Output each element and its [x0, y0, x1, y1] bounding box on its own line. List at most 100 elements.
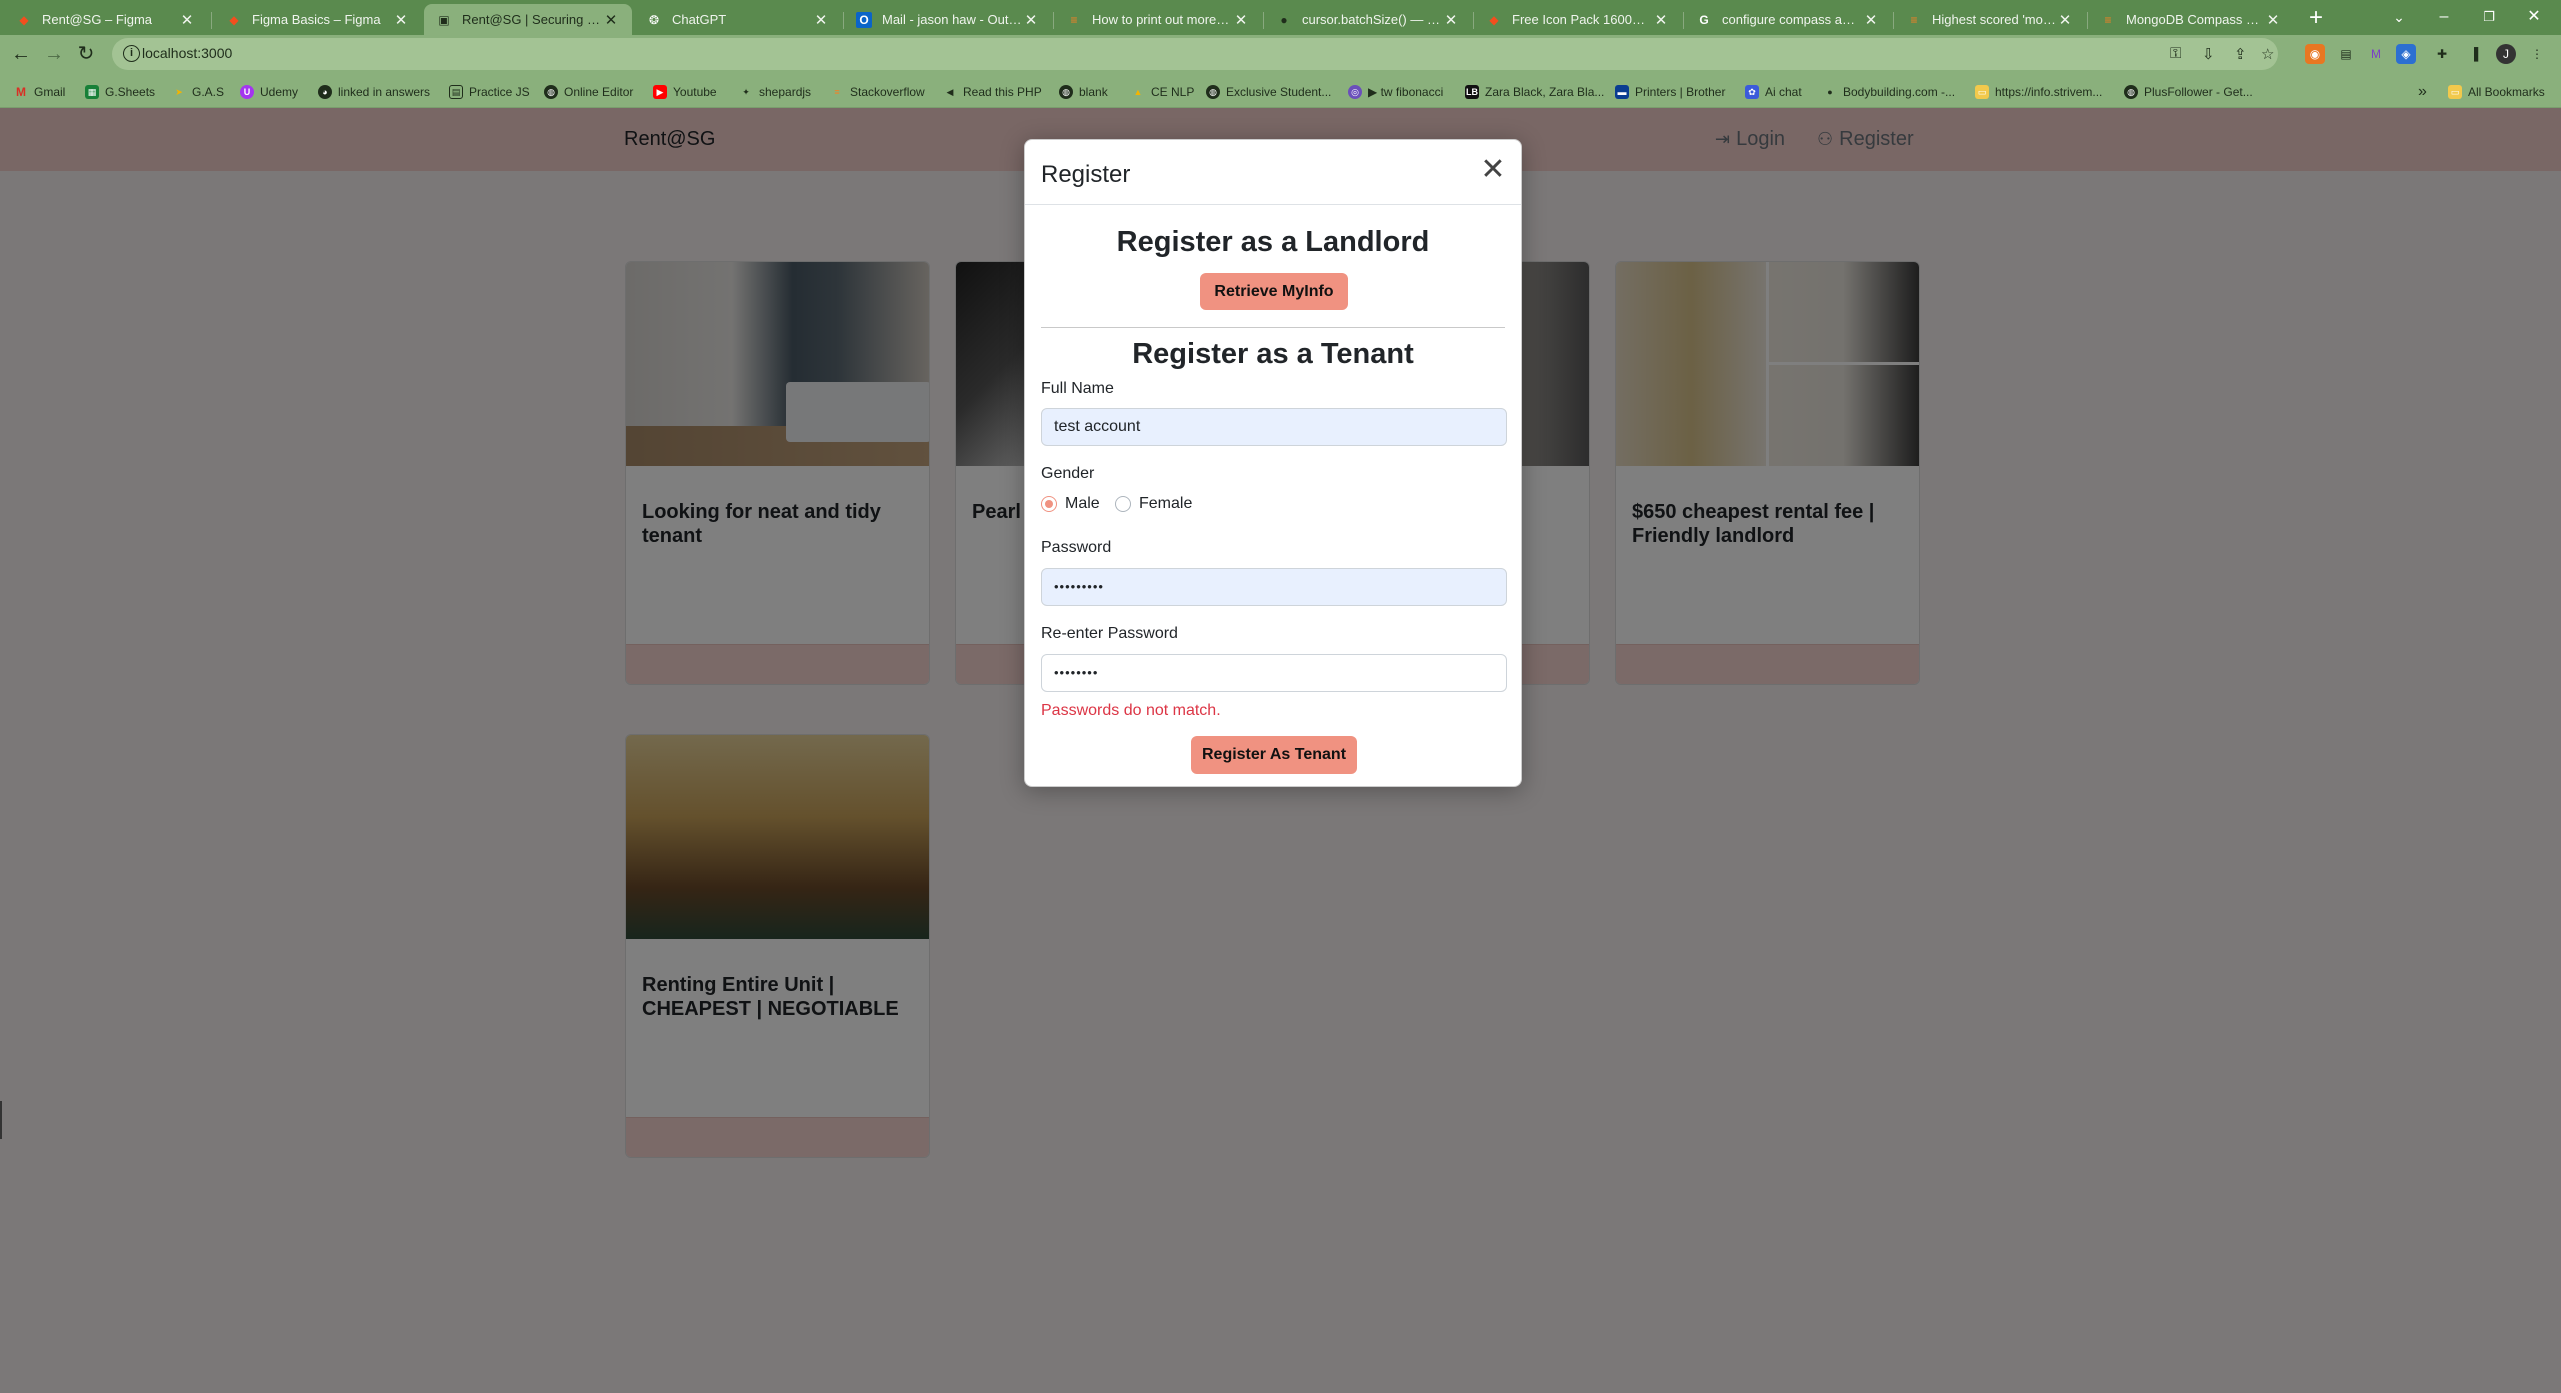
bookmark-item[interactable]: ▬ Printers | Brother: [1615, 82, 1725, 102]
gender-radio-male[interactable]: Male: [1041, 495, 1100, 513]
browser-tab[interactable]: G configure compass app to ✕: [1684, 4, 1892, 35]
register-as-tenant-button[interactable]: Register As Tenant: [1191, 736, 1357, 774]
bookmark-item[interactable]: U Udemy: [240, 82, 298, 102]
bookmark-item[interactable]: ◀ Read this PHP: [943, 82, 1042, 102]
bookmark-item[interactable]: ▤ Practice JS: [449, 82, 530, 102]
full-name-input[interactable]: test account: [1041, 408, 1507, 446]
bookmark-item[interactable]: ▭ https://info.strivem...: [1975, 82, 2102, 102]
apps-script-icon: ➤: [175, 86, 183, 97]
bookmark-item[interactable]: ◍ Exclusive Student...: [1206, 82, 1331, 102]
browser-tab[interactable]: ◆ Figma Basics – Figma ✕: [214, 4, 422, 35]
github-icon: ◕: [318, 85, 332, 99]
gender-label: Gender: [1041, 465, 1095, 482]
stackoverflow-icon: ≡: [1070, 12, 1078, 27]
tab-close-icon[interactable]: ✕: [1022, 11, 1040, 29]
extension-icon[interactable]: M: [2366, 44, 2386, 64]
tab-title: Figma Basics – Figma: [252, 12, 381, 27]
address-bar[interactable]: i localhost:3000 ⚿ ⇩ ⇪ ☆: [112, 38, 2278, 70]
google-icon: G: [1699, 12, 1709, 27]
scroll-marker: [0, 1101, 2, 1139]
app-icon: ▣: [438, 12, 450, 27]
url-text[interactable]: localhost:3000: [142, 45, 232, 61]
reload-icon[interactable]: ↻: [71, 39, 101, 69]
menu-kebab-icon[interactable]: ⋮: [2527, 44, 2547, 64]
stackoverflow-icon: ≡: [834, 87, 840, 97]
more-bookmarks-icon[interactable]: »: [2418, 82, 2427, 102]
modal-title: Register: [1041, 161, 1131, 188]
minimize-icon[interactable]: –: [2424, 2, 2464, 32]
side-panel-icon[interactable]: ▐: [2464, 44, 2484, 64]
tab-close-icon[interactable]: ✕: [2056, 11, 2074, 29]
register-modal: Register ✕ Register as a Landlord Retrie…: [1024, 139, 1522, 787]
bookmark-item[interactable]: ◎ ▶ tw fibonacci: [1348, 82, 1443, 102]
bookmark-item[interactable]: ◍ blank: [1059, 82, 1108, 102]
tab-close-icon[interactable]: ✕: [812, 11, 830, 29]
tab-close-icon[interactable]: ✕: [1442, 11, 1460, 29]
bookmark-item[interactable]: ● Bodybuilding.com -...: [1823, 82, 1955, 102]
bookmark-item[interactable]: ▶ Youtube: [653, 82, 717, 102]
new-tab-icon[interactable]: +: [2302, 5, 2330, 33]
browser-tab[interactable]: ❂ ChatGPT ✕: [634, 4, 842, 35]
browser-tab[interactable]: ≡ Highest scored 'mongodb ✕: [1894, 4, 2086, 35]
bookmark-star-icon[interactable]: ☆: [2261, 45, 2274, 63]
extension-icon[interactable]: ▤: [2336, 44, 2356, 64]
bookmark-item[interactable]: ✿ Ai chat: [1745, 82, 1802, 102]
install-icon[interactable]: ⇩: [2202, 45, 2215, 63]
extension-icon[interactable]: ◉: [2305, 44, 2325, 64]
bookmark-item[interactable]: ➤ G.A.S: [172, 82, 224, 102]
browser-tab[interactable]: O Mail - jason haw - Outlook ✕: [844, 4, 1052, 35]
bookmark-item[interactable]: ✦ shepardjs: [739, 82, 811, 102]
gender-radio-female[interactable]: Female: [1115, 495, 1192, 513]
browser-tab[interactable]: ≡ How to print out more tha ✕: [1054, 4, 1262, 35]
reenter-password-input[interactable]: ••••••••: [1041, 654, 1507, 692]
tab-close-icon[interactable]: ✕: [602, 11, 620, 29]
bookmark-item[interactable]: LB Zara Black, Zara Bla...: [1465, 82, 1604, 102]
tab-title: Highest scored 'mongodb: [1932, 12, 2056, 27]
browser-tab[interactable]: ◆ Rent@SG – Figma ✕: [4, 4, 208, 35]
bookmark-label: Gmail: [34, 85, 66, 99]
puzzle-icon[interactable]: ✚: [2432, 44, 2452, 64]
tab-close-icon[interactable]: ✕: [392, 11, 410, 29]
back-icon[interactable]: ←: [6, 39, 36, 69]
avatar[interactable]: J: [2496, 44, 2516, 64]
browser-tab[interactable]: ≡ MongoDB Compass displ ✕: [2088, 4, 2294, 35]
tab-search-icon[interactable]: ⌄: [2379, 2, 2419, 32]
globe-icon: ◍: [1059, 85, 1073, 99]
figma-icon: ◆: [1489, 12, 1499, 27]
site-info-icon[interactable]: i: [123, 45, 140, 62]
bookmark-item[interactable]: ◍ PlusFollower - Get...: [2124, 82, 2253, 102]
password-input[interactable]: •••••••••: [1041, 568, 1507, 606]
bookmark-item[interactable]: ◕ linked in answers: [318, 82, 430, 102]
modal-header: Register ✕: [1025, 140, 1521, 205]
tab-close-icon[interactable]: ✕: [2264, 11, 2282, 29]
bookmark-label: Practice JS: [469, 85, 530, 99]
tab-close-icon[interactable]: ✕: [1652, 11, 1670, 29]
extension-icon[interactable]: ◈: [2396, 44, 2416, 64]
bookmark-label: shepardjs: [759, 85, 812, 99]
restore-icon[interactable]: ❐: [2469, 2, 2509, 32]
bookmark-item[interactable]: M Gmail: [14, 82, 65, 102]
bookmark-item[interactable]: ▦ G.Sheets: [85, 82, 155, 102]
tw-icon: ◎: [1348, 85, 1362, 99]
forward-icon[interactable]: →: [39, 39, 69, 69]
gmail-icon: M: [16, 85, 26, 99]
browser-tab[interactable]: ◆ Free Icon Pack 1600+ icon ✕: [1474, 4, 1682, 35]
all-bookmarks[interactable]: ▭ All Bookmarks: [2448, 82, 2545, 102]
bookmark-item[interactable]: ▲ CE NLP: [1131, 82, 1195, 102]
bookmark-item[interactable]: ≡ Stackoverflow: [830, 82, 924, 102]
bookmark-label: Online Editor: [564, 85, 634, 99]
tab-close-icon[interactable]: ✕: [1862, 11, 1880, 29]
sheets-icon: ▦: [85, 85, 99, 99]
stackoverflow-icon: ≡: [2104, 12, 2112, 27]
browser-tab[interactable]: ● cursor.batchSize() — Mon ✕: [1264, 4, 1472, 35]
tab-close-icon[interactable]: ✕: [178, 11, 196, 29]
retrieve-myinfo-button[interactable]: Retrieve MyInfo: [1200, 273, 1348, 310]
share-icon[interactable]: ⇪: [2234, 45, 2247, 63]
close-icon[interactable]: ✕: [1479, 155, 1507, 185]
outlook-icon: O: [856, 11, 872, 28]
browser-tab-active[interactable]: ▣ Rent@SG | Securing your r ✕: [424, 4, 632, 35]
close-window-icon[interactable]: ✕: [2514, 2, 2554, 32]
bookmark-item[interactable]: ◍ Online Editor: [544, 82, 633, 102]
tab-close-icon[interactable]: ✕: [1232, 11, 1250, 29]
key-icon[interactable]: ⚿: [2170, 45, 2181, 62]
